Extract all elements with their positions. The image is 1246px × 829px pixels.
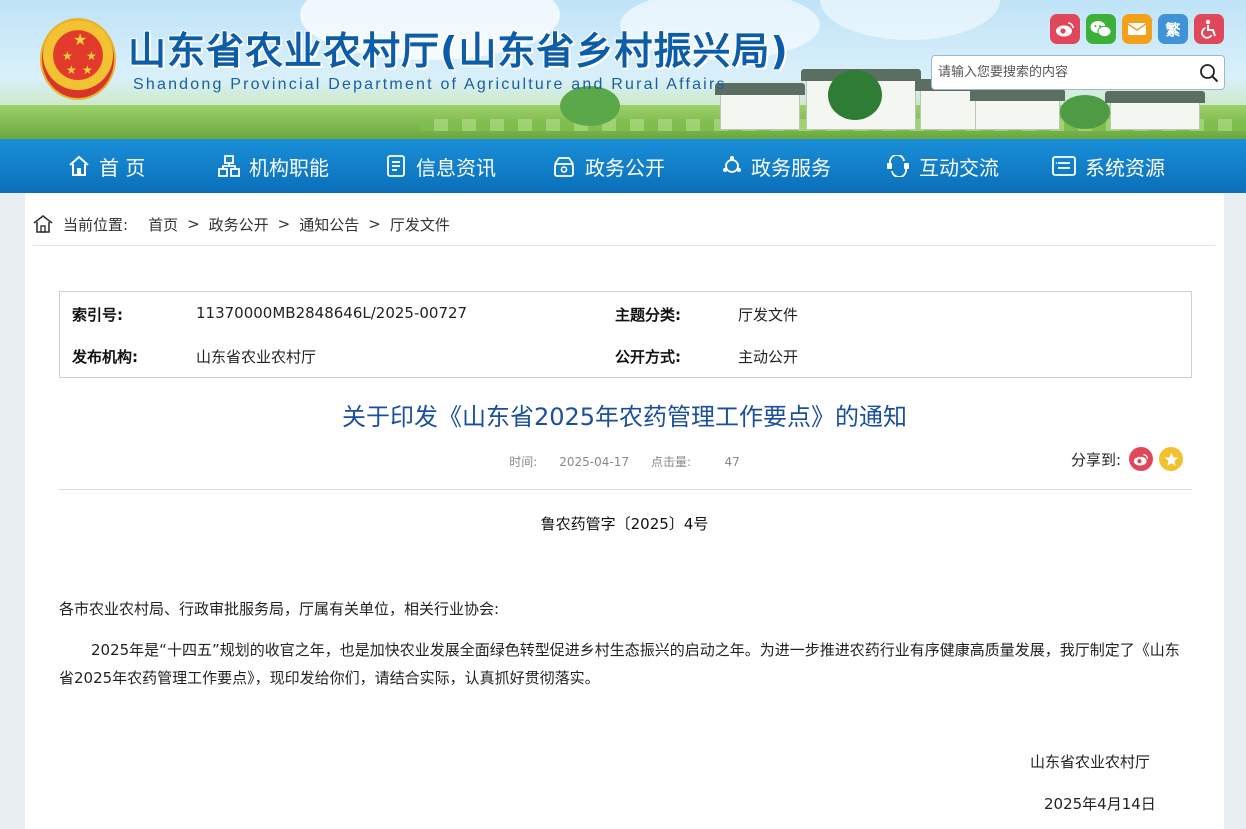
meta-publisher-value: 山东省农业农村厅: [196, 348, 317, 366]
system-resource-icon: [1052, 156, 1076, 176]
traditional-chinese-icon[interactable]: 繁: [1158, 14, 1188, 44]
article-salutation: 各市农业农村局、行政审批服务局，厅属有关单位，相关行业协会:: [59, 600, 500, 618]
search-box: [931, 55, 1225, 90]
breadcrumb: 当前位置: 首页 > 政务公开 > 通知公告 > 厅发文件: [33, 213, 450, 235]
site-subtitle: Shandong Provincial Department of Agricu…: [133, 76, 727, 93]
nav-label: 系统资源: [1085, 155, 1165, 180]
box-open-icon: [554, 157, 574, 177]
national-emblem-logo: ★ ★ ★ ★ ★: [40, 18, 116, 100]
hit-count-value: 47: [724, 455, 740, 469]
wechat-icon[interactable]: [1086, 14, 1116, 44]
nav-item-news[interactable]: 信息资讯: [385, 139, 496, 193]
nav-item-home[interactable]: 首 页: [68, 139, 145, 193]
publish-time-label: 时间:: [509, 455, 538, 469]
nav-item-interaction[interactable]: 互动交流: [886, 139, 999, 193]
breadcrumb-separator: >: [368, 215, 381, 233]
article-date: 2025年4月14日: [1044, 795, 1156, 813]
star-icon: [1164, 452, 1178, 466]
publish-time-value: 2025-04-17: [559, 455, 629, 469]
share-label: 分享到:: [1071, 450, 1122, 469]
breadcrumb-link-gov-affairs[interactable]: 政务公开: [209, 214, 269, 235]
breadcrumb-separator: >: [277, 215, 291, 233]
document-list-icon: [387, 155, 405, 177]
banner-house: [970, 89, 1065, 130]
article-title: 关于印发《山东省2025年农药管理工作要点》的通知: [341, 403, 908, 431]
article-body-paragraph: 2025年是“十四五”规划的收官之年，也是加快农业发展全面绿色转型促进乡村生态振…: [59, 641, 1180, 687]
mail-icon[interactable]: [1122, 14, 1152, 44]
share-bar: 分享到:: [1071, 447, 1184, 471]
accessibility-icon[interactable]: [1194, 14, 1224, 44]
hit-count-label: 点击量:: [651, 455, 692, 469]
divider: [33, 245, 1215, 246]
publish-time: 时间: 2025-04-17: [509, 455, 629, 469]
home-outline-icon: [33, 215, 53, 233]
service-icon: [723, 156, 741, 173]
share-favorite-button[interactable]: [1159, 447, 1184, 471]
article-signer: 山东省农业农村厅: [1030, 753, 1151, 771]
nav-label: 政务公开: [585, 155, 665, 180]
org-chart-icon: [218, 155, 240, 177]
page-margin: [1224, 193, 1246, 829]
nav-item-resources[interactable]: 系统资源: [1052, 139, 1165, 193]
search-button[interactable]: [1194, 58, 1224, 88]
share-weibo-button[interactable]: [1129, 447, 1154, 471]
article-info: 时间: 2025-04-17 点击量: 47: [25, 453, 1224, 470]
banner-tree: [828, 70, 882, 120]
nav-label: 政务服务: [751, 155, 831, 180]
divider: [59, 489, 1192, 490]
nav-label: 机构职能: [249, 155, 329, 180]
site-title: 山东省农业农村厅(山东省乡村振兴局): [128, 29, 789, 73]
meta-topic-label: 主题分类:: [615, 306, 681, 324]
nav-item-services[interactable]: 政务服务: [722, 139, 831, 193]
document-number: 鲁农药管字〔2025〕4号: [540, 515, 709, 533]
search-icon: [1200, 63, 1219, 82]
hit-count: 点击量: 47: [651, 455, 740, 469]
banner-cloud: [820, 0, 1000, 40]
meta-publisher-label: 发布机构:: [72, 348, 138, 366]
meta-mode-label: 公开方式:: [615, 348, 681, 366]
banner-house: [715, 83, 805, 130]
breadcrumb-link-dept-documents[interactable]: 厅发文件: [390, 214, 450, 235]
breadcrumb-link-notices[interactable]: 通知公告: [299, 214, 359, 235]
nav-item-organization[interactable]: 机构职能: [218, 139, 329, 193]
nav-label: 信息资讯: [416, 155, 496, 180]
banner-house: [1105, 91, 1205, 130]
header-banner: ★ ★ ★ ★ ★ 山东省农业农村厅(山东省乡村振兴局) Shandong Pr…: [0, 0, 1246, 139]
meta-index-label: 索引号:: [72, 306, 123, 324]
weibo-icon[interactable]: [1050, 14, 1080, 44]
main-nav: 首 页 机构职能 信息资讯 政务公开 政务服务 互动交流 系统资源: [0, 139, 1246, 193]
breadcrumb-link-home[interactable]: 首页: [148, 214, 178, 235]
nav-label: 首 页: [99, 155, 146, 180]
breadcrumb-separator: >: [187, 215, 200, 233]
home-icon: [69, 155, 89, 176]
nav-label: 互动交流: [919, 155, 999, 180]
interaction-icon: [887, 155, 909, 177]
content-panel: 当前位置: 首页 > 政务公开 > 通知公告 > 厅发文件 索引号: 11370…: [25, 193, 1224, 829]
nav-item-gov-affairs[interactable]: 政务公开: [552, 139, 665, 193]
meta-topic-value: 厅发文件: [738, 306, 799, 324]
banner-tree: [1060, 95, 1110, 129]
document-meta-table: 索引号: 11370000MB2848646L/2025-00727 主题分类:…: [59, 291, 1192, 378]
search-input[interactable]: [932, 56, 1194, 89]
breadcrumb-prefix: 当前位置:: [63, 215, 129, 234]
weibo-icon: [1133, 453, 1149, 465]
top-icon-bar: 繁: [1050, 14, 1224, 44]
page-margin: [0, 193, 25, 829]
meta-index-value: 11370000MB2848646L/2025-00727: [196, 304, 468, 322]
meta-mode-value: 主动公开: [738, 348, 799, 366]
